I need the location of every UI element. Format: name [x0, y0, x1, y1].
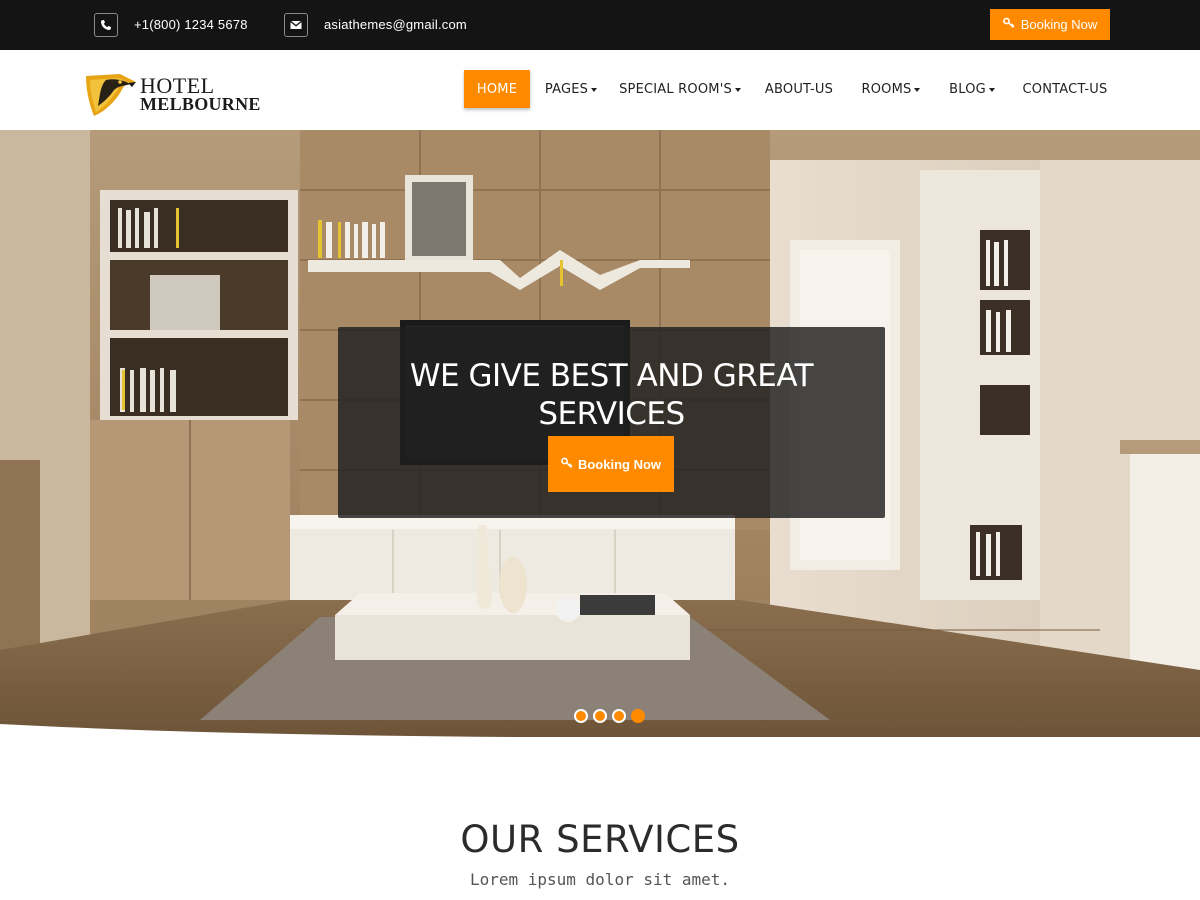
nav-special-rooms[interactable]: SPECIAL ROOM'S: [619, 70, 741, 108]
nav-special-rooms-label: SPECIAL ROOM'S: [619, 81, 732, 97]
caret-down-icon: [988, 88, 995, 92]
nav-pages[interactable]: PAGES: [536, 70, 606, 108]
hero-booking-button[interactable]: Booking Now: [548, 436, 674, 492]
phone-icon: [94, 13, 118, 37]
top-booking-button[interactable]: Booking Now: [990, 9, 1110, 40]
key-icon: [561, 457, 573, 472]
envelope-icon: [284, 13, 308, 37]
top-booking-label: Booking Now: [1020, 17, 1098, 32]
hero-slider[interactable]: WE GIVE BEST AND GREAT SERVICES Booking …: [0, 130, 1200, 737]
nav-blog-label: BLOG: [949, 81, 986, 97]
nav-rooms[interactable]: ROOMS: [858, 70, 924, 108]
nav-home-label: HOME: [476, 81, 518, 97]
nav-pages-label: PAGES: [544, 81, 589, 97]
hero-title-line2: SERVICES: [538, 396, 685, 432]
hotel-logo[interactable]: HOTEL MELBOURNE: [84, 72, 284, 118]
top-contact-bar: +1(800) 1234 5678 asiathemes@gmail.com B…: [0, 0, 1200, 50]
services-heading: OUR SERVICES: [460, 818, 740, 861]
hero-title-line1: WE GIVE BEST AND GREAT: [409, 358, 814, 394]
key-icon: [1002, 17, 1015, 32]
hero-title: WE GIVE BEST AND GREAT SERVICES: [338, 357, 885, 433]
hero-booking-label: Booking Now: [577, 456, 662, 472]
hero-bottom-curve: [0, 724, 1200, 740]
nav-contact-us[interactable]: CONTACT-US: [1018, 70, 1112, 108]
nav-home[interactable]: HOME: [464, 70, 530, 108]
email-address[interactable]: asiathemes@gmail.com: [324, 17, 467, 32]
caret-down-icon: [734, 88, 741, 92]
site-header: HOTEL MELBOURNE HOME PAGES SPECIAL ROOM'…: [0, 50, 1200, 130]
nav-blog[interactable]: BLOG: [944, 70, 1000, 108]
eagle-icon: [84, 72, 138, 123]
nav-rooms-label: ROOMS: [861, 81, 912, 97]
services-subtitle: Lorem ipsum dolor sit amet.: [469, 870, 731, 889]
caret-down-icon: [591, 88, 598, 92]
caret-down-icon: [914, 88, 921, 92]
phone-number[interactable]: +1(800) 1234 5678: [134, 17, 248, 32]
hero-caption: WE GIVE BEST AND GREAT SERVICES Booking …: [338, 327, 885, 518]
nav-about-us-label: ABOUT-US: [764, 81, 834, 97]
nav-about-us[interactable]: ABOUT-US: [760, 70, 838, 108]
logo-line-melbourne: MELBOURNE: [140, 94, 261, 114]
nav-contact-us-label: CONTACT-US: [1022, 81, 1108, 97]
logo-line-hotel: HOTEL: [140, 73, 215, 98]
